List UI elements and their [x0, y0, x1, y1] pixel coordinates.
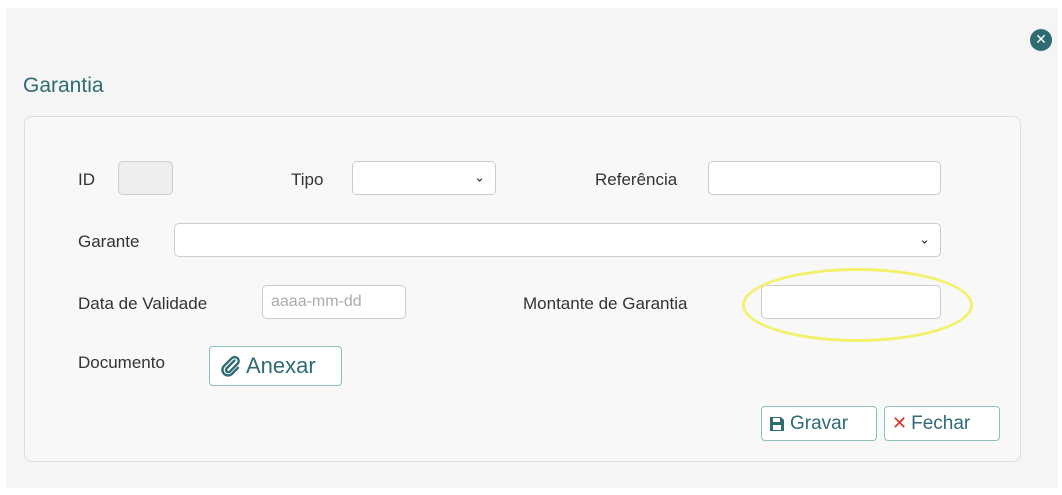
- page: ✕ Garantia ID Tipo ⌄ Referência Garante …: [0, 0, 1062, 495]
- data-validade-field[interactable]: [262, 285, 406, 319]
- fechar-button[interactable]: ✕ Fechar: [884, 406, 1000, 441]
- gravar-button[interactable]: Gravar: [761, 406, 877, 441]
- gravar-label: Gravar: [790, 412, 849, 434]
- referencia-label: Referência: [595, 170, 678, 189]
- id-label: ID: [78, 170, 95, 189]
- chevron-down-icon: ⌄: [919, 232, 930, 248]
- tipo-label: Tipo: [291, 170, 324, 189]
- data-validade-label: Data de Validade: [78, 294, 208, 313]
- dialog-title: Garantia: [23, 74, 104, 97]
- montante-garantia-field[interactable]: [761, 285, 941, 319]
- chevron-down-icon: ⌄: [474, 170, 485, 186]
- paperclip-icon: [218, 354, 242, 378]
- anexar-label: Anexar: [246, 353, 316, 378]
- anexar-button[interactable]: Anexar: [209, 346, 342, 386]
- montante-garantia-label: Montante de Garantia: [523, 294, 688, 313]
- referencia-field[interactable]: [708, 161, 941, 195]
- floppy-disk-icon: [768, 415, 786, 433]
- garante-label: Garante: [78, 232, 140, 251]
- garante-select[interactable]: ⌄: [174, 223, 941, 257]
- id-field[interactable]: [118, 161, 173, 195]
- fechar-label: Fechar: [911, 412, 971, 434]
- documento-label: Documento: [78, 353, 165, 372]
- tipo-select[interactable]: ⌄: [352, 161, 496, 195]
- close-dialog-icon[interactable]: ✕: [1030, 29, 1052, 51]
- times-icon: ✕: [892, 413, 908, 434]
